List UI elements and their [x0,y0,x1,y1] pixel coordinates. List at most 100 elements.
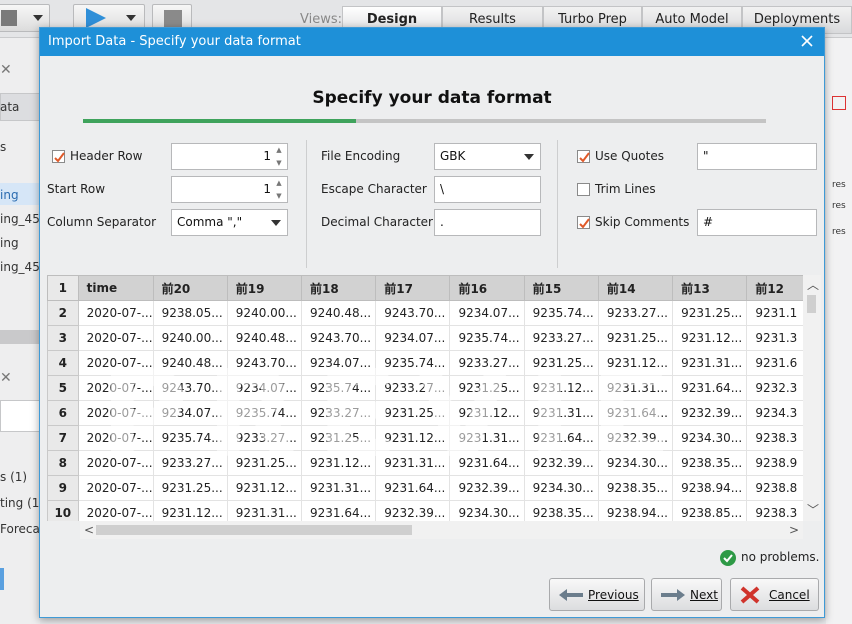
chevron-down-icon [33,15,43,21]
table-row: 10 2020-07-... 9231.12... 9231.31... 9231.64… [47,500,815,521]
views-label: Views: [300,12,343,27]
column-header[interactable]: 前15 [523,275,599,301]
table-cell: 9243.70... [375,300,451,326]
table-cell: 9234.30... [597,450,674,476]
previous-button[interactable]: Previous [549,578,645,611]
start-row-value: 1 [263,182,271,196]
column-header[interactable]: 前19 [226,275,303,301]
file-encoding-value: GBK [440,149,466,163]
column-header[interactable]: 前20 [152,275,228,301]
column-header[interactable]: 前12 [746,275,806,301]
table-cell: 9231.31... [597,375,674,401]
table-cell: 9234.3 [746,400,806,426]
divider [0,330,40,344]
repo-item[interactable]: s [0,140,6,154]
skip-comments-checkbox[interactable] [577,216,590,229]
close-icon[interactable]: ✕ [0,370,12,386]
vertical-scrollbar[interactable]: ︿ ﹀ [803,275,821,521]
table-cell: 9233.27... [375,375,451,401]
table-cell: 9240.00... [226,300,303,326]
chevron-down-icon[interactable]: ﹀ [807,503,819,517]
canvas-icon[interactable] [832,96,846,110]
table-cell: 9231.12... [597,350,674,376]
table-cell: 9234.30... [523,475,599,501]
row-number: 2 [47,300,79,326]
repo-item[interactable]: ing [0,236,19,250]
table-cell: 9235.74... [226,400,303,426]
spinner-down-icon[interactable]: ▼ [272,157,286,169]
column-header[interactable]: 前14 [597,275,674,301]
close-icon[interactable]: ✕ [0,62,12,78]
decimal-character-field[interactable]: . [434,209,541,236]
previous-label: Previous [588,588,639,602]
table-row: 2 2020-07-... 9238.05... 9240.00... 9240.48.… [47,300,815,326]
table-cell: 9240.48... [301,300,377,326]
file-encoding-label: File Encoding [321,149,401,163]
table-cell: 9234.30... [449,500,525,521]
row-number: 3 [47,325,79,351]
repo-item[interactable]: ing_45 [0,212,40,226]
horizontal-scrollbar[interactable]: < > [80,521,803,539]
repo-item[interactable]: ing_45 [0,260,40,274]
spinner-down-icon[interactable]: ▼ [272,190,286,202]
operator-item[interactable]: ting (1) [0,496,44,510]
search-input[interactable] [0,400,40,432]
selection-marker [0,568,4,590]
table-cell: 9231.64... [375,475,451,501]
column-header[interactable]: 前13 [672,275,748,301]
table-cell: 2020-07-... [77,400,154,426]
escape-character-field[interactable]: \ [434,176,541,203]
checkmark-icon [579,218,590,229]
table-row: 6 2020-07-... 9234.07... 9235.74... 9233.27.… [47,400,815,426]
operator-item[interactable]: Foreca [0,522,40,536]
start-row-spinner[interactable]: 1 ▲ ▼ [171,176,288,203]
trim-lines-label: Trim Lines [595,182,656,196]
chevron-left-icon[interactable]: < [84,523,94,537]
file-encoding-select[interactable]: GBK [434,143,541,170]
repo-item[interactable]: ing [0,188,19,202]
spinner-up-icon[interactable]: ▲ [272,177,286,189]
chevron-right-icon[interactable]: > [789,523,799,537]
use-quotes-checkbox[interactable] [577,150,590,163]
dialog-title-bar: Import Data - Specify your data format [40,28,824,56]
chevron-down-icon [271,220,281,226]
data-grid: 1 time 前20 前19 前18 前17 前16 前15 前14 前13 前12 2 2020-07… [47,275,815,521]
scrollbar-thumb[interactable] [96,525,412,535]
cancel-button[interactable]: Cancel [730,578,819,611]
use-quotes-label: Use Quotes [595,149,664,163]
table-row: 8 2020-07-... 9233.27... 9231.25... 9231.12.… [47,450,815,476]
use-quotes-field[interactable]: " [697,143,817,170]
header-row-spinner[interactable]: 1 ▲ ▼ [171,143,288,170]
header-row-checkbox[interactable] [52,150,65,163]
spinner-up-icon[interactable]: ▲ [272,144,286,156]
chevron-up-icon[interactable]: ︿ [807,278,819,292]
table-cell: 9238.35... [672,450,748,476]
scrollbar-thumb[interactable] [807,295,816,313]
column-header[interactable]: time [77,275,154,301]
port-label: res [832,180,846,190]
table-cell: 9243.70... [152,375,228,401]
column-separator-select[interactable]: Comma "," [171,209,288,236]
close-icon[interactable] [798,32,816,50]
next-button[interactable]: Next [651,578,722,611]
operator-item[interactable]: s (1) [0,470,27,484]
table-cell: 9231.12... [523,375,599,401]
trim-lines-checkbox[interactable] [577,183,590,196]
table-cell: 9238.9 [746,450,806,476]
validation-status: no problems. [741,550,820,564]
next-label: Next [690,588,718,602]
column-header[interactable]: 前17 [375,275,451,301]
repo-item[interactable]: ata [0,100,19,114]
column-header[interactable]: 前16 [449,275,525,301]
table-cell: 2020-07-... [77,425,154,451]
row-number: 7 [47,425,79,451]
table-cell: 9233.27... [152,450,228,476]
table-cell: 9231.1 [746,300,806,326]
cancel-label: Cancel [769,588,810,602]
data-preview-table[interactable]: 1 time 前20 前19 前18 前17 前16 前15 前14 前13 前12 2 2020-07… [47,275,815,521]
table-cell: 9243.70... [226,350,303,376]
skip-comments-field[interactable]: # [697,209,817,236]
table-cell: 9231.12... [672,325,748,351]
table-cell: 9231.6 [746,350,806,376]
column-header[interactable]: 前18 [301,275,377,301]
